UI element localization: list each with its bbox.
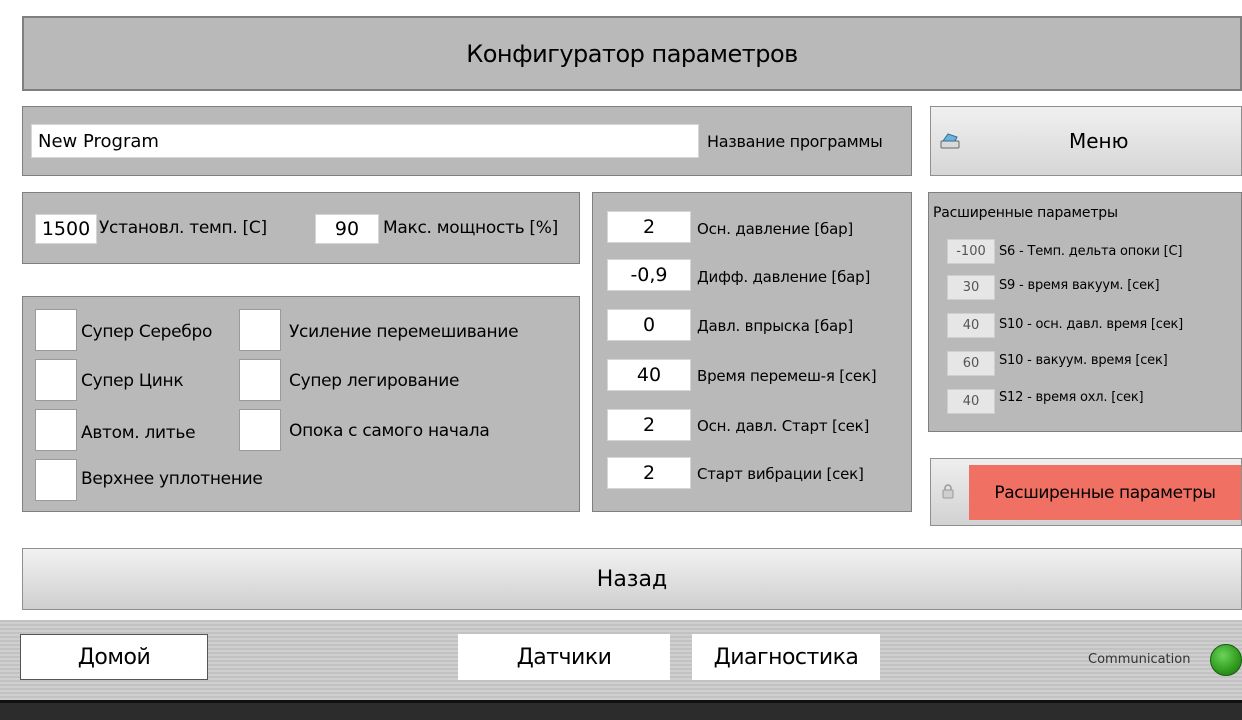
s10-vacuum-input[interactable]: 60 xyxy=(947,351,995,376)
sensors-nav-label: Датчики xyxy=(516,644,612,670)
page-title: Конфигуратор параметров xyxy=(466,39,798,68)
temp-power-panel: 1500 Установл. темп. [C] 90 Макс. мощнос… xyxy=(22,192,580,264)
lock-icon xyxy=(941,483,955,499)
set-temperature-value: 1500 xyxy=(41,218,91,240)
mixing-time-label: Время перемеш-я [сек] xyxy=(697,367,877,385)
flask-from-start-label: Опока с самого начала xyxy=(289,421,490,441)
home-drive-icon xyxy=(939,132,961,150)
enhanced-mixing-label: Усиление перемешивание xyxy=(289,322,519,342)
bottom-nav-bar: Домой Датчики Диагностика Communication xyxy=(0,620,1242,700)
super-alloying-label: Супер легирование xyxy=(289,371,460,391)
diagnostics-nav-label: Диагностика xyxy=(713,644,859,670)
auto-casting-checkbox[interactable] xyxy=(35,409,77,451)
start-pressure-time-input[interactable]: 2 xyxy=(607,409,691,441)
program-name-value: New Program xyxy=(38,130,159,152)
diff-pressure-label: Дифф. давление [бар] xyxy=(697,268,871,286)
max-power-input[interactable]: 90 xyxy=(315,214,379,244)
s6-value: -100 xyxy=(956,244,986,259)
auto-casting-label: Автом. литье xyxy=(81,423,196,443)
s12-value: 40 xyxy=(962,394,980,409)
s10-vacuum-value: 60 xyxy=(962,356,980,371)
page-title-bar: Конфигуратор параметров xyxy=(22,16,1242,91)
sensors-nav-button[interactable]: Датчики xyxy=(458,634,670,680)
diagnostics-nav-button[interactable]: Диагностика xyxy=(692,634,880,680)
vibration-start-input[interactable]: 2 xyxy=(607,457,691,489)
injection-pressure-input[interactable]: 0 xyxy=(607,309,691,341)
super-zinc-checkbox[interactable] xyxy=(35,359,77,401)
home-nav-label: Домой xyxy=(77,644,151,670)
max-power-value: 90 xyxy=(334,218,360,240)
s10-main-value: 40 xyxy=(962,318,980,333)
start-pressure-time-value: 2 xyxy=(642,414,656,436)
mixing-time-value: 40 xyxy=(636,364,662,386)
flask-from-start-checkbox[interactable] xyxy=(239,409,281,451)
program-name-panel: New Program Название программы xyxy=(22,106,912,176)
set-temperature-label: Установл. темп. [C] xyxy=(99,218,267,238)
start-pressure-time-label: Осн. давл. Старт [сек] xyxy=(697,417,870,435)
s12-input[interactable]: 40 xyxy=(947,389,995,414)
s9-input[interactable]: 30 xyxy=(947,275,995,300)
pressure-panel: 2 Осн. давление [бар] -0,9 Дифф. давлени… xyxy=(592,192,912,512)
max-power-label: Макс. мощность [%] xyxy=(383,218,558,238)
s6-label: S6 - Темп. дельта опоки [C] xyxy=(999,244,1183,259)
advanced-params-title: Расширенные параметры xyxy=(933,205,1118,221)
injection-pressure-value: 0 xyxy=(642,314,656,336)
s9-value: 30 xyxy=(962,280,980,295)
home-nav-button[interactable]: Домой xyxy=(20,634,208,680)
s10-vacuum-label: S10 - вакуум. время [сек] xyxy=(999,353,1168,368)
s6-input[interactable]: -100 xyxy=(947,239,995,264)
main-pressure-value: 2 xyxy=(642,216,656,238)
advanced-params-button-label: Расширенные параметры xyxy=(994,482,1216,503)
communication-label: Communication xyxy=(1088,652,1191,667)
top-seal-checkbox[interactable] xyxy=(35,459,77,501)
s12-label: S12 - время охл. [сек] xyxy=(999,390,1144,405)
main-pressure-label: Осн. давление [бар] xyxy=(697,220,854,238)
super-alloying-checkbox[interactable] xyxy=(239,359,281,401)
enhanced-mixing-checkbox[interactable] xyxy=(239,309,281,351)
injection-pressure-label: Давл. впрыска [бар] xyxy=(697,317,854,335)
communication-status-indicator xyxy=(1210,644,1242,676)
back-button-label: Назад xyxy=(596,566,668,592)
bottom-strip xyxy=(0,700,1242,720)
s9-label: S9 - время вакуум. [сек] xyxy=(999,278,1160,293)
vibration-start-label: Старт вибрации [сек] xyxy=(697,465,864,483)
menu-button-label: Меню xyxy=(1069,129,1129,153)
s10-main-input[interactable]: 40 xyxy=(947,313,995,338)
mixing-time-input[interactable]: 40 xyxy=(607,359,691,391)
back-button[interactable]: Назад xyxy=(22,548,1242,610)
set-temperature-input[interactable]: 1500 xyxy=(35,214,97,244)
super-silver-checkbox[interactable] xyxy=(35,309,77,351)
advanced-params-button-face: Расширенные параметры xyxy=(969,465,1241,520)
menu-button[interactable]: Меню xyxy=(930,106,1242,176)
advanced-params-panel: Расширенные параметры -100 S6 - Темп. де… xyxy=(928,192,1242,432)
top-seal-label: Верхнее уплотнение xyxy=(81,469,263,489)
program-name-input[interactable]: New Program xyxy=(31,124,699,158)
s10-main-label: S10 - осн. давл. время [сек] xyxy=(999,317,1184,332)
options-panel: Супер Серебро Супер Цинк Автом. литье Ве… xyxy=(22,296,580,512)
diff-pressure-value: -0,9 xyxy=(630,264,668,286)
main-pressure-input[interactable]: 2 xyxy=(607,211,691,243)
vibration-start-value: 2 xyxy=(642,462,656,484)
advanced-params-button[interactable]: Расширенные параметры xyxy=(930,458,1242,526)
super-zinc-label: Супер Цинк xyxy=(81,371,184,391)
diff-pressure-input[interactable]: -0,9 xyxy=(607,259,691,291)
program-name-label: Название программы xyxy=(707,132,883,151)
super-silver-label: Супер Серебро xyxy=(81,322,213,342)
